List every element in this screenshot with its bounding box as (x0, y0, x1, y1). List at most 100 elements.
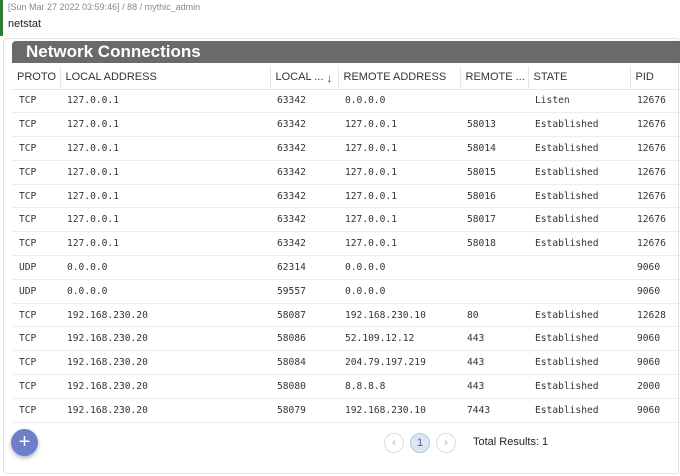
cell-proto: TCP (12, 89, 60, 114)
cell-local-address: 127.0.0.1 (60, 112, 270, 138)
cell-pid: 9060 (630, 350, 680, 376)
cell-remote-address: 127.0.0.1 (338, 231, 460, 257)
network-connections-panel: Network Connections PROTO LOCAL ADDRESS … (3, 38, 680, 474)
column-header-proto[interactable]: PROTO (12, 66, 61, 90)
cell-remote-address: 127.0.0.1 (338, 207, 460, 233)
cell-remote-port: 58018 (460, 231, 528, 257)
connections-table: PROTO LOCAL ADDRESS LOCAL ... ↓ REMOTE AD… (12, 66, 680, 423)
cell-local-address: 127.0.0.1 (60, 89, 270, 114)
table-row[interactable]: TCP 127.0.0.1 63342 127.0.0.1 58013 Establish… (12, 112, 680, 138)
table-row[interactable]: UDP 0.0.0.0 62314 0.0.0.0 9060 (12, 255, 680, 280)
column-header-local-address[interactable]: LOCAL ADDRESS (60, 66, 271, 90)
cell-remote-port: 443 (460, 326, 528, 352)
current-page-button[interactable]: 1 (410, 433, 430, 453)
task-header: [Sun Mar 27 2022 03:59:46] / 88 / mythic… (0, 0, 680, 36)
cell-local-port: 63342 (270, 89, 338, 114)
cell-remote-address: 204.79.197.219 (338, 350, 460, 376)
cell-pid: 12676 (630, 112, 680, 138)
table-row[interactable]: TCP 192.168.230.20 58079 192.168.230.10 7443… (12, 398, 680, 423)
cell-pid: 12628 (630, 303, 680, 328)
cell-local-port: 63342 (270, 112, 338, 138)
sort-desc-icon[interactable]: ↓ (326, 71, 332, 85)
cell-state (528, 279, 630, 304)
prev-page-button[interactable]: ‹ (384, 433, 404, 453)
total-results-label: Total Results: (473, 436, 540, 448)
cell-pid: 12676 (630, 89, 680, 114)
table-row[interactable]: TCP 192.168.230.20 58080 8.8.8.8 443 Establis… (12, 374, 680, 399)
table-row[interactable]: TCP 192.168.230.20 58087 192.168.230.10 80 Es… (12, 303, 680, 328)
cell-local-address: 127.0.0.1 (60, 160, 270, 185)
table-row[interactable]: TCP 127.0.0.1 63342 127.0.0.1 58017 Establish… (12, 207, 680, 233)
panel-title: Network Connections (12, 41, 680, 63)
cell-proto: TCP (12, 184, 60, 209)
cell-local-address: 192.168.230.20 (60, 303, 270, 328)
cell-remote-port: 443 (460, 350, 528, 376)
cell-remote-port: 58017 (460, 207, 528, 233)
cell-local-address: 127.0.0.1 (60, 231, 270, 257)
cell-pid: 12676 (630, 184, 680, 209)
table-row[interactable]: TCP 192.168.230.20 58086 52.109.12.12 443 Est… (12, 326, 680, 352)
add-button[interactable]: + (11, 429, 38, 456)
cell-state: Established (528, 326, 630, 352)
column-header-local-port[interactable]: LOCAL ... ↓ (270, 66, 339, 90)
cell-local-port: 63342 (270, 136, 338, 161)
cell-remote-port (460, 255, 528, 280)
cell-local-address: 127.0.0.1 (60, 136, 270, 161)
cell-local-address: 127.0.0.1 (60, 184, 270, 209)
column-header-state[interactable]: STATE (528, 66, 631, 90)
cell-local-port: 58079 (270, 398, 338, 423)
cell-local-port: 58084 (270, 350, 338, 376)
cell-proto: TCP (12, 326, 60, 352)
cell-proto: TCP (12, 374, 60, 399)
cell-local-address: 127.0.0.1 (60, 207, 270, 233)
cell-local-port: 58080 (270, 374, 338, 399)
table-row[interactable]: TCP 127.0.0.1 63342 127.0.0.1 58014 Establish… (12, 136, 680, 161)
cell-remote-address: 0.0.0.0 (338, 255, 460, 280)
cell-pid: 9060 (630, 279, 680, 304)
plus-icon: + (18, 431, 31, 453)
cell-state: Established (528, 207, 630, 233)
table-row[interactable]: TCP 127.0.0.1 63342 127.0.0.1 58015 Establish… (12, 160, 680, 185)
header-row: PROTO LOCAL ADDRESS LOCAL ... ↓ REMOTE AD… (12, 66, 680, 90)
cell-local-port: 63342 (270, 160, 338, 185)
table-row[interactable]: TCP 127.0.0.1 63342 127.0.0.1 58016 Establish… (12, 184, 680, 209)
column-header-remote-address[interactable]: REMOTE ADDRESS (338, 66, 461, 90)
cell-remote-port (460, 279, 528, 304)
cell-state: Established (528, 184, 630, 209)
cell-proto: UDP (12, 255, 60, 280)
cell-proto: TCP (12, 207, 60, 233)
cell-proto: TCP (12, 350, 60, 376)
total-results: Total Results: 1 (473, 436, 548, 448)
cell-proto: TCP (12, 112, 60, 138)
cell-remote-port: 7443 (460, 398, 528, 423)
cell-remote-address: 192.168.230.10 (338, 398, 460, 423)
table-row[interactable]: TCP 127.0.0.1 63342 0.0.0.0 Listen 12676 (12, 89, 680, 114)
cell-proto: TCP (12, 398, 60, 423)
cell-state: Established (528, 303, 630, 328)
cell-state: Listen (528, 89, 630, 114)
table-row[interactable]: TCP 127.0.0.1 63342 127.0.0.1 58018 Establish… (12, 231, 680, 257)
table-row[interactable]: TCP 192.168.230.20 58084 204.79.197.219 443 E… (12, 350, 680, 376)
cell-state: Established (528, 136, 630, 161)
cell-local-port: 62314 (270, 255, 338, 280)
cell-remote-port: 443 (460, 374, 528, 399)
cell-local-port: 63342 (270, 184, 338, 209)
cell-local-address: 0.0.0.0 (60, 255, 270, 280)
cell-remote-address: 127.0.0.1 (338, 160, 460, 185)
cell-proto: TCP (12, 136, 60, 161)
cell-state (528, 255, 630, 280)
cell-proto: TCP (12, 160, 60, 185)
task-command: netstat (8, 18, 42, 30)
cell-remote-address: 127.0.0.1 (338, 112, 460, 138)
cell-local-port: 58086 (270, 326, 338, 352)
chevron-right-icon: › (444, 437, 448, 449)
cell-pid: 9060 (630, 255, 680, 280)
cell-pid: 9060 (630, 326, 680, 352)
cell-local-port: 58087 (270, 303, 338, 328)
next-page-button[interactable]: › (436, 433, 456, 453)
column-header-pid[interactable]: PID (630, 66, 680, 90)
cell-pid: 2000 (630, 374, 680, 399)
column-header-remote-port[interactable]: REMOTE ... (460, 66, 529, 90)
table-row[interactable]: UDP 0.0.0.0 59557 0.0.0.0 9060 (12, 279, 680, 304)
cell-pid: 9060 (630, 398, 680, 423)
